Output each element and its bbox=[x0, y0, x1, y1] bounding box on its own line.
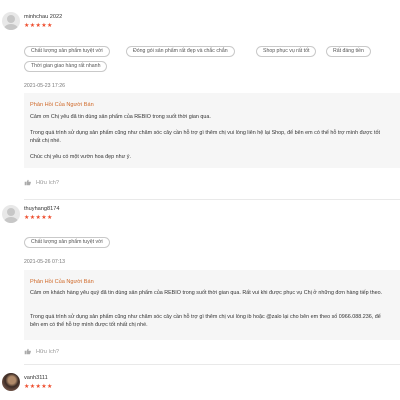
thumbs-up-icon bbox=[24, 348, 31, 355]
divider bbox=[24, 364, 400, 365]
reply-text: Cảm ơn Chị yêu đã tin dùng sản phẩm của … bbox=[30, 114, 211, 120]
seller-reply: Phản Hồi Của Người Bán Cảm ơn khách hàng… bbox=[24, 270, 400, 340]
reply-text: Chúc chị yêu có một vườn hoa đẹp như ý. bbox=[30, 154, 131, 160]
review-date: 2021-05-23 17:26 bbox=[24, 83, 65, 89]
seller-reply: Phản Hồi Của Người Bán Cảm ơn Chị yêu đã… bbox=[24, 93, 400, 168]
avatar[interactable] bbox=[2, 373, 20, 391]
review-item: vanh3111 ★★★★★ bbox=[0, 366, 400, 400]
review-tag: Chất lượng sản phẩm tuyệt vời bbox=[24, 237, 110, 248]
review-item: thuyhang8174 ★★★★★ Chất lượng sản phẩm t… bbox=[0, 200, 400, 365]
review-tag: Shop phục vụ rất tốt bbox=[256, 46, 317, 57]
rating-stars: ★★★★★ bbox=[24, 214, 53, 221]
review-item: minhchau 2022 ★★★★★ Chất lượng sản phẩm … bbox=[0, 0, 400, 200]
helpful-label: Hữu ích? bbox=[36, 348, 60, 355]
review-tag: Thời gian giao hàng rất nhanh bbox=[24, 61, 108, 72]
review-date: 2021-05-26 07:13 bbox=[24, 259, 65, 265]
reviewer-username: minhchau 2022 bbox=[24, 14, 63, 20]
helpful-button[interactable]: Hữu ích? bbox=[24, 179, 59, 186]
review-tag: Rất đáng tiền bbox=[326, 46, 371, 57]
rating-stars: ★★★★★ bbox=[24, 22, 53, 29]
reviewer-username: vanh3111 bbox=[24, 375, 48, 381]
avatar[interactable] bbox=[2, 205, 20, 223]
helpful-button[interactable]: Hữu ích? bbox=[24, 348, 59, 355]
review-tag: Chất lượng sản phẩm tuyệt vời bbox=[24, 46, 110, 57]
reviewer-username: thuyhang8174 bbox=[24, 206, 60, 212]
reply-text: Trong quá trình sử dụng sản phẩm cũng nh… bbox=[30, 130, 380, 144]
review-tag: Đóng gói sản phẩm rất đẹp và chắc chắn bbox=[126, 46, 235, 57]
thumbs-up-icon bbox=[24, 179, 31, 186]
rating-stars: ★★★★★ bbox=[24, 383, 53, 390]
avatar[interactable] bbox=[2, 12, 20, 30]
reply-text: Trong quá trình sử dụng sản phẩm cũng nh… bbox=[30, 314, 381, 328]
helpful-label: Hữu ích? bbox=[36, 179, 60, 186]
reply-title: Phản Hồi Của Người Bán bbox=[30, 279, 94, 285]
reply-title: Phản Hồi Của Người Bán bbox=[30, 102, 94, 108]
reply-text: Cảm ơn khách hàng yêu quý đã tin dùng sả… bbox=[30, 290, 383, 296]
